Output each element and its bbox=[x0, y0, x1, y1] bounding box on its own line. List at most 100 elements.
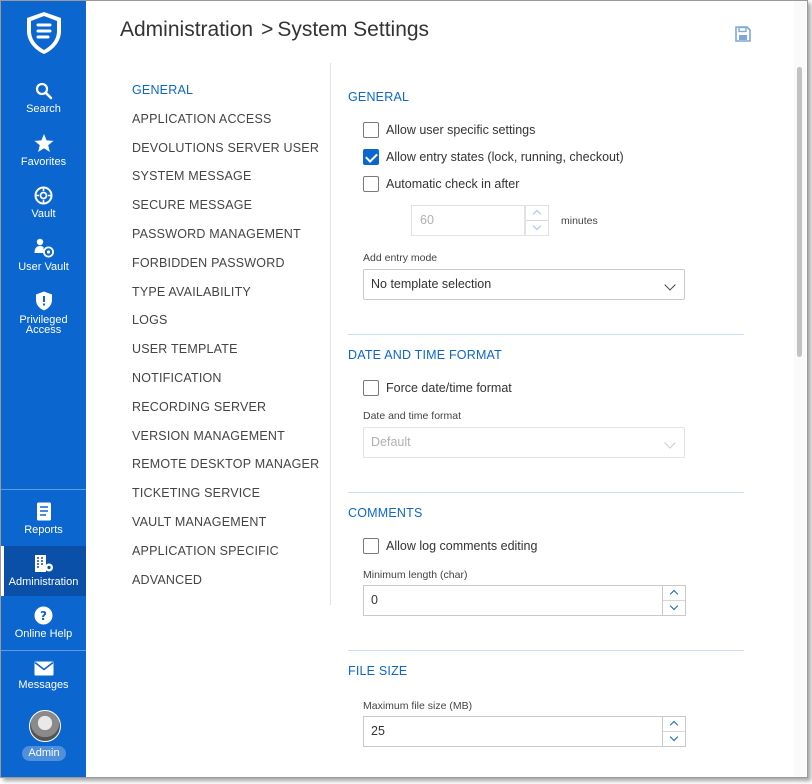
settings-nav-general[interactable]: GENERAL bbox=[132, 83, 319, 112]
rail-label: Privileged Access bbox=[19, 314, 68, 336]
maximum-file-size-input[interactable]: 25 bbox=[363, 716, 663, 747]
settings-nav-ticketing-service[interactable]: TICKETING SERVICE bbox=[132, 486, 319, 515]
check-in-unit-label: minutes bbox=[561, 215, 598, 227]
scrollbar-thumb[interactable] bbox=[797, 67, 802, 357]
date-time-format-select[interactable]: Default bbox=[363, 427, 685, 458]
settings-nav-devolutions-server-user[interactable]: DEVOLUTIONS SERVER USER bbox=[132, 141, 319, 170]
search-icon bbox=[35, 82, 52, 100]
settings-panel: GENERAL Allow user specific settings All… bbox=[331, 1, 796, 777]
breadcrumb-root[interactable]: Administration bbox=[120, 18, 253, 41]
check-in-minutes-stepper[interactable] bbox=[525, 205, 549, 236]
checkbox-box[interactable] bbox=[363, 122, 379, 138]
app-window: Search Favorites Vault User Vault Privil… bbox=[0, 0, 808, 778]
nav-rail: Search Favorites Vault User Vault Privil… bbox=[1, 1, 86, 777]
date-time-format-value: Default bbox=[371, 435, 411, 449]
rail-item-administration[interactable]: Administration bbox=[1, 546, 86, 596]
check-in-minutes-input[interactable]: 60 bbox=[411, 205, 525, 236]
rail-label: Administration bbox=[8, 576, 79, 588]
rail-item-vault[interactable]: Vault bbox=[1, 186, 86, 220]
checkbox-label: Automatic check in after bbox=[386, 177, 520, 191]
rail-divider bbox=[1, 489, 86, 490]
help-icon: ? bbox=[34, 606, 53, 625]
checkbox-box[interactable] bbox=[363, 538, 379, 554]
date-time-format-label: Date and time format bbox=[363, 410, 462, 422]
rail-item-online-help[interactable]: ? Online Help bbox=[1, 606, 86, 640]
settings-nav-notification[interactable]: NOTIFICATION bbox=[132, 371, 319, 400]
rail-label: Vault bbox=[31, 208, 56, 220]
section-title-general: GENERAL bbox=[348, 90, 410, 104]
rail-label: Favorites bbox=[20, 156, 67, 168]
administration-icon bbox=[34, 555, 53, 572]
rail-label: Reports bbox=[24, 524, 63, 536]
section-divider bbox=[348, 492, 744, 493]
stepper-up-icon[interactable] bbox=[663, 586, 685, 601]
breadcrumb-separator: > bbox=[261, 18, 274, 41]
minimum-length-stepper[interactable] bbox=[662, 585, 686, 616]
shield-icon bbox=[35, 291, 52, 311]
settings-nav-recording-server[interactable]: RECORDING SERVER bbox=[132, 400, 319, 429]
force-date-time-format-checkbox[interactable]: Force date/time format bbox=[363, 379, 512, 397]
chevron-down-icon bbox=[664, 437, 676, 449]
settings-nav-vault-management[interactable]: VAULT MANAGEMENT bbox=[132, 515, 319, 544]
settings-nav-application-access[interactable]: APPLICATION ACCESS bbox=[132, 112, 319, 141]
stepper-up-icon[interactable] bbox=[526, 206, 548, 221]
stepper-down-icon[interactable] bbox=[663, 732, 685, 746]
settings-nav-password-management[interactable]: PASSWORD MANAGEMENT bbox=[132, 227, 319, 256]
checkbox-label: Allow entry states (lock, running, check… bbox=[386, 150, 624, 164]
settings-nav-system-message[interactable]: SYSTEM MESSAGE bbox=[132, 169, 319, 198]
settings-nav-forbidden-password[interactable]: FORBIDDEN PASSWORD bbox=[132, 256, 319, 285]
add-entry-mode-select[interactable]: No template selection bbox=[363, 269, 685, 300]
settings-nav-user-template[interactable]: USER TEMPLATE bbox=[132, 342, 319, 371]
rail-item-reports[interactable]: Reports bbox=[1, 502, 86, 536]
avatar[interactable] bbox=[29, 710, 61, 742]
settings-nav-advanced[interactable]: ADVANCED bbox=[132, 573, 319, 602]
rail-label: Online Help bbox=[14, 628, 73, 640]
user-role-badge: Admin bbox=[22, 746, 66, 761]
rail-label: User Vault bbox=[18, 261, 69, 273]
allow-user-specific-settings-checkbox[interactable]: Allow user specific settings bbox=[363, 121, 535, 139]
automatic-check-in-checkbox[interactable]: Automatic check in after bbox=[363, 175, 519, 193]
chevron-down-icon bbox=[664, 279, 676, 291]
stepper-up-icon[interactable] bbox=[663, 717, 685, 732]
add-entry-mode-value: No template selection bbox=[371, 277, 492, 291]
svg-text:?: ? bbox=[40, 609, 47, 623]
allow-entry-states-checkbox[interactable]: Allow entry states (lock, running, check… bbox=[363, 148, 624, 166]
rail-label: Messages bbox=[18, 679, 69, 691]
rail-item-privileged-access[interactable]: Privileged Access bbox=[1, 291, 86, 336]
settings-nav-secure-message[interactable]: SECURE MESSAGE bbox=[132, 198, 319, 227]
minimum-length-input[interactable]: 0 bbox=[363, 585, 663, 616]
add-entry-mode-label: Add entry mode bbox=[363, 252, 438, 264]
section-title-file-size: FILE SIZE bbox=[348, 664, 408, 678]
checkbox-box[interactable] bbox=[363, 176, 379, 192]
section-title-comments: COMMENTS bbox=[348, 506, 423, 520]
envelope-icon bbox=[34, 661, 53, 676]
rail-item-messages[interactable]: Messages bbox=[1, 661, 86, 691]
vertical-scrollbar[interactable] bbox=[794, 1, 806, 777]
checkbox-box[interactable] bbox=[363, 380, 379, 396]
rail-label: Search bbox=[26, 103, 61, 115]
checkbox-label: Allow log comments editing bbox=[386, 539, 538, 553]
stepper-down-icon[interactable] bbox=[526, 221, 548, 235]
settings-nav-application-specific[interactable]: APPLICATION SPECIFIC bbox=[132, 544, 319, 573]
maximum-file-size-label: Maximum file size (MB) bbox=[363, 700, 473, 712]
settings-nav-version-management[interactable]: VERSION MANAGEMENT bbox=[132, 429, 319, 458]
section-title-date-time: DATE AND TIME FORMAT bbox=[348, 348, 503, 362]
reports-icon bbox=[36, 502, 51, 521]
devolutions-logo[interactable] bbox=[25, 11, 63, 55]
settings-nav-type-availability[interactable]: TYPE AVAILABILITY bbox=[132, 285, 319, 314]
checkbox-label: Allow user specific settings bbox=[386, 123, 536, 137]
checkbox-label: Force date/time format bbox=[386, 381, 512, 395]
rail-item-user-vault[interactable]: User Vault bbox=[1, 238, 86, 273]
rail-item-search[interactable]: Search bbox=[1, 82, 86, 115]
user-vault-icon bbox=[34, 238, 54, 258]
vault-icon bbox=[34, 186, 53, 205]
maximum-file-size-stepper[interactable] bbox=[662, 716, 686, 747]
star-icon bbox=[34, 134, 53, 152]
checkbox-box-checked[interactable] bbox=[363, 149, 379, 165]
settings-nav-remote-desktop-manager[interactable]: REMOTE DESKTOP MANAGER bbox=[132, 457, 319, 486]
allow-log-comments-editing-checkbox[interactable]: Allow log comments editing bbox=[363, 537, 537, 555]
stepper-down-icon[interactable] bbox=[663, 601, 685, 615]
rail-item-favorites[interactable]: Favorites bbox=[1, 134, 86, 168]
settings-nav-logs[interactable]: LOGS bbox=[132, 313, 319, 342]
section-divider bbox=[348, 334, 744, 335]
